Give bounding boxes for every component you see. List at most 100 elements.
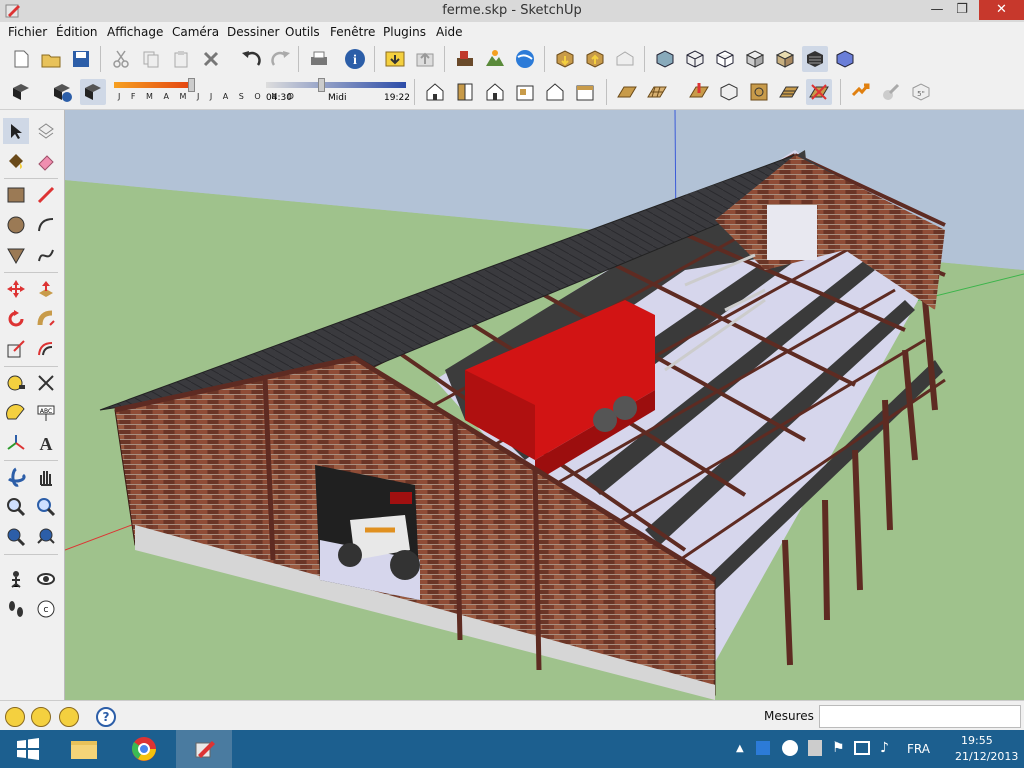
sandbox-flip-icon[interactable] <box>746 79 772 105</box>
warehouse-icon[interactable] <box>612 46 638 72</box>
date-slider-handle[interactable] <box>188 78 195 92</box>
section-plane-icon[interactable]: C <box>33 596 59 622</box>
top-view-icon[interactable] <box>452 79 478 105</box>
new-icon[interactable] <box>8 46 34 72</box>
get-component-icon[interactable] <box>552 46 578 72</box>
geolocation-icon[interactable] <box>5 707 25 727</box>
rotate-icon[interactable] <box>3 306 29 332</box>
protractor-icon[interactable] <box>3 400 29 426</box>
pan-icon[interactable] <box>33 464 59 490</box>
drawing-viewport[interactable] <box>65 110 1024 700</box>
iso-view-icon[interactable] <box>422 79 448 105</box>
date-slider-track[interactable] <box>114 82 194 88</box>
text-icon[interactable]: ABC <box>33 400 59 426</box>
language-indicator[interactable]: FRA <box>907 742 930 756</box>
close-button[interactable]: ✕ <box>979 0 1024 20</box>
dynamic-options-icon[interactable] <box>878 79 904 105</box>
previous-icon[interactable] <box>3 524 29 550</box>
hidden-line-icon[interactable] <box>712 46 738 72</box>
share-model-icon[interactable] <box>412 46 438 72</box>
orbit-icon[interactable] <box>3 464 29 490</box>
eraser-icon[interactable] <box>33 148 59 174</box>
print-icon[interactable] <box>306 46 332 72</box>
time-slider-handle[interactable] <box>318 78 325 92</box>
cut-icon[interactable] <box>108 46 134 72</box>
shaded-icon[interactable] <box>742 46 768 72</box>
user-icon[interactable] <box>59 707 79 727</box>
credits-icon[interactable] <box>31 707 51 727</box>
paint-bucket-icon[interactable] <box>3 148 29 174</box>
copy-icon[interactable] <box>138 46 164 72</box>
position-camera-icon[interactable] <box>3 566 29 592</box>
clock-date[interactable]: 21/12/2013 <box>955 750 1018 763</box>
shaded-textures-icon[interactable] <box>772 46 798 72</box>
dropbox-icon[interactable] <box>756 741 770 755</box>
zoom-icon[interactable] <box>3 494 29 520</box>
maximize-button[interactable]: ❐ <box>945 0 979 20</box>
sketchup-icon[interactable] <box>176 730 232 768</box>
menu-aide[interactable]: Aide <box>436 25 463 39</box>
shadow-settings-icon[interactable] <box>50 79 76 105</box>
follow-me-icon[interactable] <box>33 306 59 332</box>
monochrome-icon[interactable] <box>802 46 828 72</box>
menu-fichier[interactable]: Fichier <box>8 25 47 39</box>
front-view-icon[interactable] <box>482 79 508 105</box>
get-models-icon[interactable] <box>382 46 408 72</box>
share-component-icon[interactable] <box>582 46 608 72</box>
open-icon[interactable] <box>38 46 64 72</box>
toggle-terrain-icon[interactable] <box>482 46 508 72</box>
push-pull-icon[interactable] <box>33 276 59 302</box>
sandbox-drape-icon[interactable] <box>686 79 712 105</box>
freehand-icon[interactable] <box>33 242 59 268</box>
xray-icon[interactable] <box>652 46 678 72</box>
menu-dessiner[interactable]: Dessiner <box>227 25 279 39</box>
circle-icon[interactable] <box>3 212 29 238</box>
select-icon[interactable] <box>3 118 29 144</box>
polygon-icon[interactable] <box>3 242 29 268</box>
zoom-extents-icon[interactable] <box>33 524 59 550</box>
clock-time[interactable]: 19:55 <box>961 734 993 747</box>
file-explorer-icon[interactable] <box>56 730 112 768</box>
zoom-window-icon[interactable] <box>33 494 59 520</box>
help-icon[interactable]: ? <box>96 707 116 727</box>
menu-affichage[interactable]: Affichage <box>107 25 163 39</box>
menu-edition[interactable]: Édition <box>56 25 98 39</box>
right-view-icon[interactable] <box>512 79 538 105</box>
redo-icon[interactable] <box>268 46 294 72</box>
3d-text-icon[interactable]: A <box>33 430 59 456</box>
display-shadows-icon[interactable] <box>80 79 106 105</box>
dimension-icon[interactable] <box>33 370 59 396</box>
google-earth-icon[interactable] <box>512 46 538 72</box>
rectangle-icon[interactable] <box>3 182 29 208</box>
menu-camera[interactable]: Caméra <box>172 25 219 39</box>
volume-icon[interactable]: ♪ <box>880 740 889 756</box>
offset-icon[interactable] <box>33 336 59 362</box>
show-hidden-icon[interactable]: ▲ <box>736 743 744 754</box>
clock-icon[interactable] <box>782 740 798 756</box>
make-component-icon[interactable] <box>33 118 59 144</box>
back-view-icon[interactable] <box>542 79 568 105</box>
sandbox-detail-icon[interactable] <box>716 79 742 105</box>
undo-icon[interactable] <box>238 46 264 72</box>
dynamic-interact-icon[interactable] <box>848 79 874 105</box>
wireframe-icon[interactable] <box>682 46 708 72</box>
network-icon[interactable] <box>854 741 870 755</box>
add-location-icon[interactable] <box>452 46 478 72</box>
flag-icon[interactable]: ⚑ <box>832 740 845 756</box>
sandbox-from-contours-icon[interactable] <box>776 79 802 105</box>
look-around-icon[interactable] <box>33 566 59 592</box>
tape-measure-icon[interactable] <box>3 370 29 396</box>
save-icon[interactable] <box>68 46 94 72</box>
time-slider-track[interactable] <box>266 82 406 88</box>
line-icon[interactable] <box>33 182 59 208</box>
chrome-icon[interactable] <box>116 730 172 768</box>
measurements-input[interactable] <box>819 705 1021 728</box>
menu-fenetre[interactable]: Fenêtre <box>330 25 375 39</box>
style-icon[interactable] <box>832 46 858 72</box>
scale-icon[interactable] <box>3 336 29 362</box>
sandbox-from-scratch-icon[interactable] <box>806 79 832 105</box>
menu-outils[interactable]: Outils <box>285 25 320 39</box>
windows-start-icon[interactable] <box>0 730 56 768</box>
model-info-icon[interactable]: i <box>342 46 368 72</box>
erase-icon[interactable] <box>198 46 224 72</box>
